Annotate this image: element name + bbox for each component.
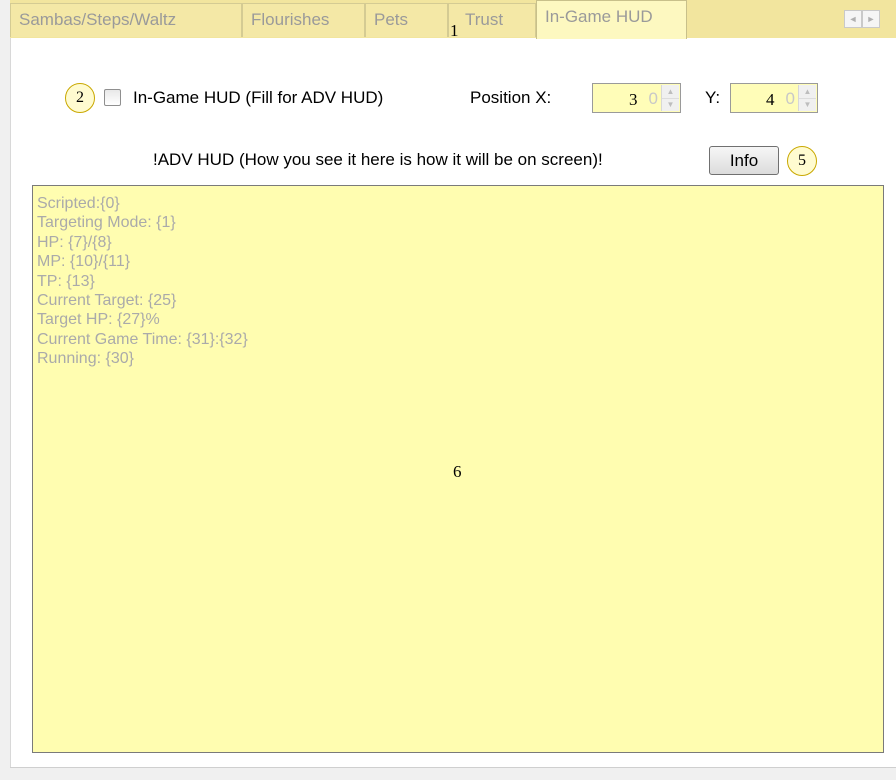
hud-line-current-target: Current Target: {25} bbox=[37, 292, 177, 310]
hud-line-tp: TP: {13} bbox=[37, 272, 95, 290]
tab-pets[interactable]: Pets bbox=[365, 3, 448, 37]
tab-trust[interactable]: Trust bbox=[448, 3, 536, 37]
adv-hud-label: !ADV HUD (How you see it here is how it … bbox=[153, 150, 603, 169]
tab-sambas-steps-waltz[interactable]: Sambas/Steps/Waltz bbox=[10, 3, 242, 37]
hud-line-running: Running: {30} bbox=[37, 350, 134, 368]
tab-scroll-left-icon[interactable]: ◄ bbox=[844, 10, 862, 28]
annotation-marker-3: 3 bbox=[629, 90, 638, 109]
position-y-spin-buttons: ▲ ▼ bbox=[798, 85, 816, 111]
annotation-marker-4: 4 bbox=[766, 90, 775, 109]
annotation-marker-5: 5 bbox=[787, 146, 817, 176]
panel-bottom-border bbox=[10, 767, 896, 768]
position-y-label: Y: bbox=[705, 88, 721, 107]
window-frame: Sambas/Steps/Waltz Flourishes Pets Trust… bbox=[0, 0, 896, 780]
position-y-value: 0 bbox=[785, 89, 795, 108]
annotation-marker-2: 2 bbox=[65, 83, 95, 113]
position-x-up-icon[interactable]: ▲ bbox=[662, 85, 679, 99]
annotation-marker-6: 6 bbox=[453, 462, 462, 481]
tab-flourishes[interactable]: Flourishes bbox=[242, 3, 365, 37]
info-button[interactable]: Info bbox=[709, 146, 779, 175]
tab-in-game-hud[interactable]: In-Game HUD bbox=[536, 0, 687, 39]
hud-line-targeting-mode: Targeting Mode: {1} bbox=[37, 214, 176, 232]
position-x-down-icon[interactable]: ▼ bbox=[662, 98, 679, 111]
tab-scroll-right-icon[interactable]: ► bbox=[862, 10, 880, 28]
position-x-label: Position X: bbox=[470, 88, 552, 107]
hud-line-hp: HP: {7}/{8} bbox=[37, 233, 112, 251]
hud-line-mp: MP: {10}/{11} bbox=[37, 253, 131, 271]
position-x-spin-buttons: ▲ ▼ bbox=[661, 85, 679, 111]
position-y-down-icon[interactable]: ▼ bbox=[799, 98, 816, 111]
position-y-up-icon[interactable]: ▲ bbox=[799, 85, 816, 99]
hud-line-game-time: Current Game Time: {31}:{32} bbox=[37, 330, 248, 348]
position-x-value: 0 bbox=[648, 89, 658, 108]
in-game-hud-checkbox-label: In-Game HUD (Fill for ADV HUD) bbox=[133, 88, 384, 107]
hud-line-scripted: Scripted:{0} bbox=[37, 195, 120, 212]
hud-line-target-hp: Target HP: {27}% bbox=[37, 311, 160, 329]
annotation-marker-1: 1 bbox=[450, 21, 459, 40]
in-game-hud-checkbox[interactable] bbox=[104, 89, 121, 106]
